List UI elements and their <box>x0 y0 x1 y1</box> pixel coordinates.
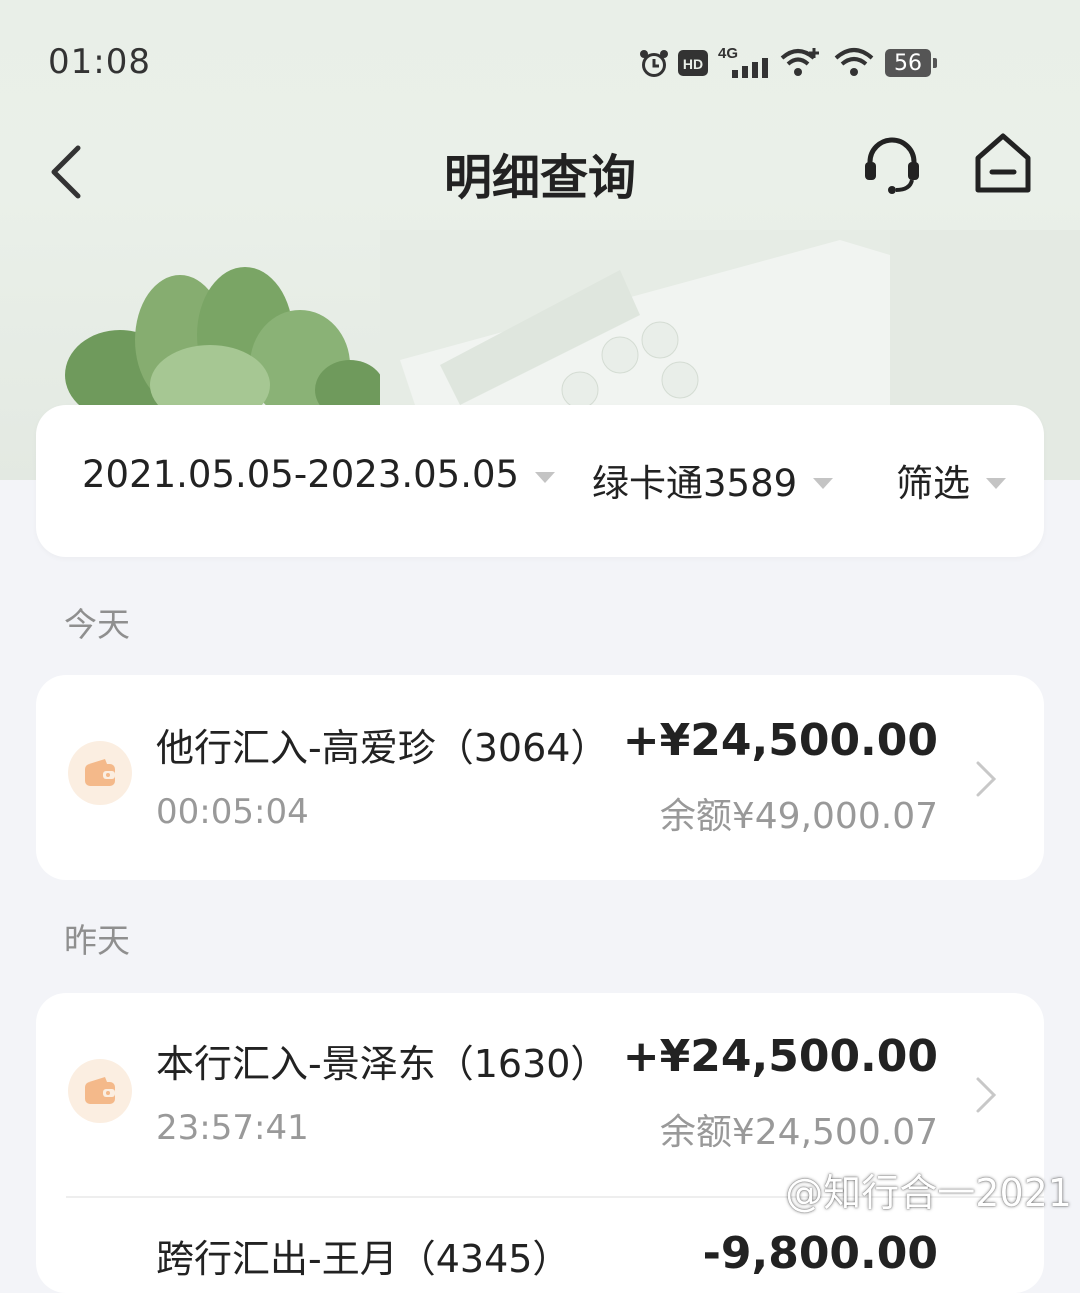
caret-down-icon <box>813 477 834 489</box>
transaction-amount: +¥24,500.00 <box>622 1031 938 1082</box>
date-range-label: 2021.05.05-2023.05.05 <box>82 453 520 496</box>
svg-text:HD: HD <box>683 56 703 72</box>
wifi-plus-icon <box>780 48 819 76</box>
caret-down-icon <box>986 477 1006 489</box>
filter-label: 筛选 <box>896 462 970 505</box>
nav-bar: 明细查询 <box>0 120 1080 230</box>
wallet-icon <box>68 1059 132 1123</box>
account-label: 绿卡通3589 <box>592 462 798 505</box>
transaction-list-card: 本行汇入-景泽东（1630） 23:57:41 +¥24,500.00 余额¥2… <box>36 993 1044 1293</box>
home-icon[interactable] <box>972 130 1034 196</box>
transaction-amount: +¥24,500.00 <box>622 715 938 766</box>
svg-text:4G: 4G <box>718 45 738 62</box>
transaction-amount: -9,800.00 <box>702 1228 938 1279</box>
transaction-balance: 余额¥24,500.07 <box>659 1112 938 1153</box>
status-bar: 01:08 HD 4G 56 <box>0 0 1080 120</box>
transaction-balance: 余额¥49,000.07 <box>659 796 938 837</box>
signal-4g-icon: 4G <box>718 45 768 78</box>
headset-icon[interactable] <box>862 134 922 194</box>
wallet-icon <box>68 741 132 805</box>
battery-icon: 56 <box>885 49 937 77</box>
transaction-row[interactable]: 他行汇入-高爱珍（3064） 00:05:04 +¥24,500.00 余额¥4… <box>36 675 1044 880</box>
date-range-selector[interactable]: 2021.05.05-2023.05.05 <box>82 453 556 496</box>
transaction-time: 23:57:41 <box>156 1108 309 1148</box>
filter-bar: 2021.05.05-2023.05.05 绿卡通3589 筛选 <box>36 405 1044 557</box>
transaction-title: 本行汇入-景泽东（1630） <box>156 1042 609 1086</box>
status-time: 01:08 <box>48 42 151 82</box>
wifi-icon <box>834 48 874 76</box>
watermark: @知行合一2021 <box>785 1171 1072 1215</box>
caret-down-icon <box>535 472 556 483</box>
account-selector[interactable]: 绿卡通3589 <box>592 453 834 507</box>
filter-button[interactable]: 筛选 <box>896 453 1006 507</box>
transaction-time: 00:05:04 <box>156 792 309 832</box>
transaction-title: 跨行汇出-王月（4345） <box>156 1237 571 1281</box>
chevron-right-icon <box>976 761 997 797</box>
hd-icon: HD <box>678 50 708 76</box>
chevron-right-icon <box>976 1077 997 1113</box>
section-label-yesterday: 昨天 <box>64 921 130 960</box>
section-label-today: 今天 <box>64 605 130 644</box>
alarm-icon <box>640 50 668 77</box>
plant-illustration <box>65 267 385 415</box>
transaction-title: 他行汇入-高爱珍（3064） <box>156 726 609 770</box>
